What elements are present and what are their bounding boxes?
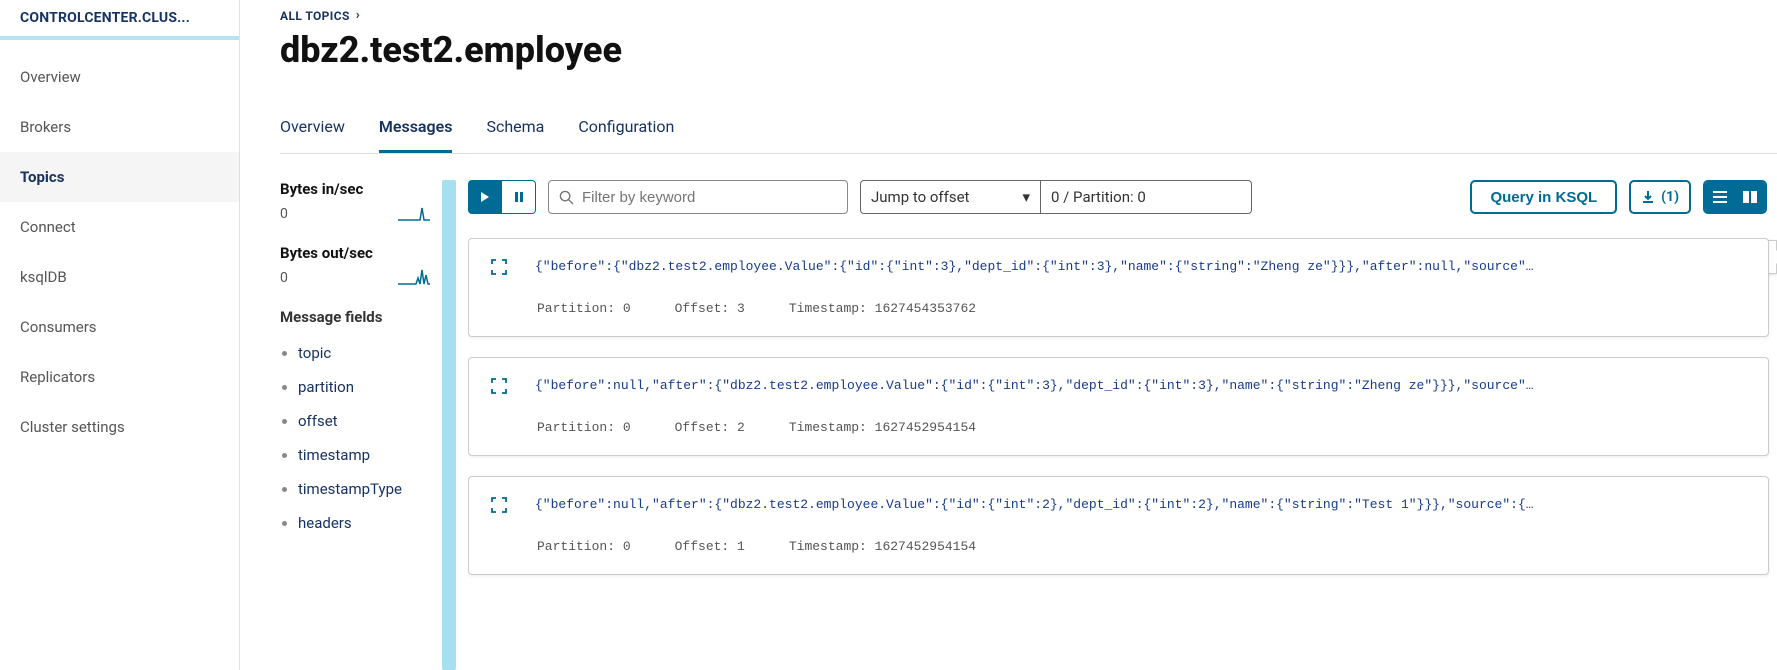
message-partition: Partition: 0 — [537, 301, 631, 316]
expand-icon[interactable] — [491, 378, 507, 398]
tab-configuration[interactable]: Configuration — [578, 117, 674, 153]
message-partition: Partition: 0 — [537, 539, 631, 554]
scroll-strip[interactable] — [442, 180, 456, 670]
pause-button[interactable] — [502, 180, 536, 214]
message-timestamp: Timestamp: 1627454353762 — [789, 301, 976, 316]
play-button[interactable] — [468, 180, 502, 214]
pause-icon — [514, 191, 524, 203]
tab-schema[interactable]: Schema — [486, 117, 544, 153]
bytes-out-sparkline-icon — [398, 266, 430, 286]
filter-input-wrap[interactable] — [548, 180, 848, 214]
download-button[interactable]: (1) — [1629, 180, 1691, 214]
sidebar-item-ksqldb[interactable]: ksqlDB — [0, 252, 239, 302]
download-count: (1) — [1661, 189, 1679, 205]
message-timestamp: Timestamp: 1627452954154 — [789, 539, 976, 554]
sidebar-item-topics[interactable]: Topics — [0, 152, 239, 202]
download-icon — [1641, 190, 1655, 204]
message-timestamp: Timestamp: 1627452954154 — [789, 420, 976, 435]
partition-info[interactable]: 0 / Partition: 0 — [1041, 181, 1251, 213]
search-icon — [559, 190, 574, 205]
page-title: dbz2.test2.employee — [280, 29, 1777, 71]
message-json: {"before":{"dbz2.test2.employee.Value":{… — [535, 259, 1746, 274]
bytes-in-value: 0 — [280, 206, 288, 222]
main-content: ALL TOPICS › dbz2.test2.employee Overvie… — [240, 0, 1777, 670]
offset-group: Jump to offset ▾ 0 / Partition: 0 — [860, 180, 1252, 214]
filter-input[interactable] — [582, 189, 837, 206]
chevron-right-icon: › — [356, 8, 360, 23]
sidebar-item-replicators[interactable]: Replicators — [0, 352, 239, 402]
card-view-button[interactable] — [1735, 182, 1765, 212]
sidebar-item-brokers[interactable]: Brokers — [0, 102, 239, 152]
message-fields-heading: Message fields — [280, 308, 430, 326]
chevron-down-icon: ▾ — [1022, 188, 1030, 206]
breadcrumb-label: ALL TOPICS — [280, 9, 350, 23]
bytes-out-stat: Bytes out/sec 0 — [280, 244, 430, 286]
message-fields-list: topic partition offset timestamp timesta… — [280, 336, 430, 540]
bytes-out-value: 0 — [280, 270, 288, 286]
sidebar-nav: Overview Brokers Topics Connect ksqlDB C… — [0, 52, 239, 452]
play-pause-group — [468, 180, 536, 214]
messages-toolbar: Jump to offset ▾ 0 / Partition: 0 Query … — [468, 180, 1777, 214]
stats-column: Bytes in/sec 0 Bytes out/sec 0 Message f… — [280, 180, 430, 670]
bytes-out-label: Bytes out/sec — [280, 244, 430, 262]
cluster-underline — [0, 36, 239, 40]
list-view-button[interactable] — [1705, 182, 1735, 212]
tabs: Overview Messages Schema Configuration — [280, 117, 1777, 154]
bytes-in-sparkline-icon — [398, 202, 430, 222]
message-offset: Offset: 3 — [675, 301, 745, 316]
message-partition: Partition: 0 — [537, 420, 631, 435]
message-card[interactable]: {"before":null,"after":{"dbz2.test2.empl… — [468, 357, 1769, 456]
message-offset: Offset: 1 — [675, 539, 745, 554]
dropdown-label: Jump to offset — [871, 188, 969, 206]
sidebar-item-overview[interactable]: Overview — [0, 52, 239, 102]
message-offset: Offset: 2 — [675, 420, 745, 435]
message-card[interactable]: {"before":{"dbz2.test2.employee.Value":{… — [468, 238, 1769, 337]
card-icon — [1743, 191, 1757, 203]
bytes-in-stat: Bytes in/sec 0 — [280, 180, 430, 222]
breadcrumb[interactable]: ALL TOPICS › — [280, 8, 1777, 23]
bytes-in-label: Bytes in/sec — [280, 180, 430, 198]
field-timestamptype[interactable]: timestampType — [280, 472, 430, 506]
tab-overview[interactable]: Overview — [280, 117, 345, 153]
field-offset[interactable]: offset — [280, 404, 430, 438]
sidebar-item-cluster-settings[interactable]: Cluster settings — [0, 402, 239, 452]
sidebar-item-consumers[interactable]: Consumers — [0, 302, 239, 352]
field-topic[interactable]: topic — [280, 336, 430, 370]
expand-icon[interactable] — [491, 497, 507, 517]
message-card[interactable]: {"before":null,"after":{"dbz2.test2.empl… — [468, 476, 1769, 575]
list-icon — [1713, 191, 1727, 203]
sidebar-item-connect[interactable]: Connect — [0, 202, 239, 252]
field-timestamp[interactable]: timestamp — [280, 438, 430, 472]
tab-messages[interactable]: Messages — [379, 117, 453, 153]
view-toggle — [1703, 180, 1767, 214]
message-json: {"before":null,"after":{"dbz2.test2.empl… — [535, 378, 1746, 393]
message-json: {"before":null,"after":{"dbz2.test2.empl… — [535, 497, 1746, 512]
play-icon — [479, 191, 491, 203]
field-partition[interactable]: partition — [280, 370, 430, 404]
expand-icon[interactable] — [491, 259, 507, 279]
jump-to-offset-dropdown[interactable]: Jump to offset ▾ — [861, 181, 1041, 213]
field-headers[interactable]: headers — [280, 506, 430, 540]
sidebar: CONTROLCENTER.CLUS... Overview Brokers T… — [0, 0, 240, 670]
query-ksql-button[interactable]: Query in KSQL — [1470, 180, 1617, 214]
cluster-title[interactable]: CONTROLCENTER.CLUS... — [0, 0, 239, 36]
messages-list[interactable]: {"before":{"dbz2.test2.employee.Value":{… — [468, 238, 1777, 670]
messages-column: Jump to offset ▾ 0 / Partition: 0 Query … — [468, 180, 1777, 670]
